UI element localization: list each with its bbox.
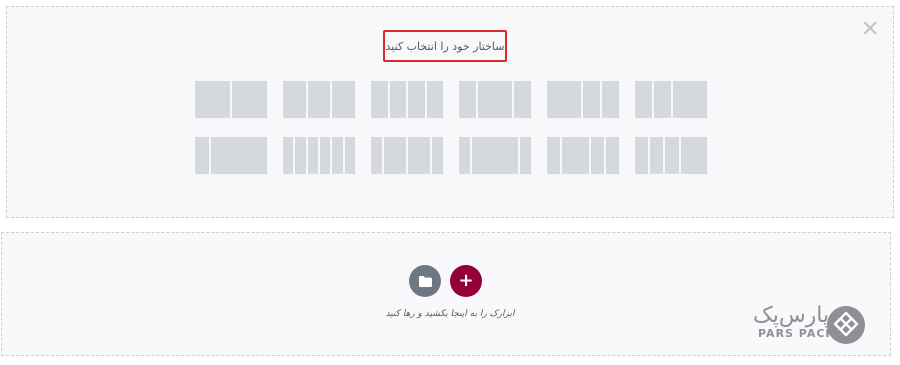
structure-preset-1-6[interactable] xyxy=(635,81,707,118)
add-section-button[interactable]: + xyxy=(450,265,482,297)
preset-column xyxy=(654,81,671,118)
structure-preset-1-2[interactable] xyxy=(283,81,356,118)
preset-column xyxy=(590,137,604,174)
structure-title-highlight: ساختار خود را انتخاب کنید xyxy=(383,30,507,62)
structure-preset-2-1[interactable] xyxy=(195,137,267,174)
preset-column xyxy=(211,137,267,174)
structure-preset-2-5[interactable] xyxy=(547,137,620,174)
preset-column xyxy=(344,137,355,174)
preset-column xyxy=(665,137,679,174)
preset-column xyxy=(562,137,589,174)
preset-column xyxy=(295,137,306,174)
preset-column xyxy=(514,81,531,118)
preset-column xyxy=(195,137,209,174)
structure-preset-1-5[interactable] xyxy=(547,81,619,118)
preset-column xyxy=(389,81,406,118)
add-template-button[interactable] xyxy=(409,265,441,297)
preset-column xyxy=(283,137,294,174)
preset-column xyxy=(371,81,388,118)
preset-column xyxy=(384,137,406,174)
preset-column xyxy=(478,81,512,118)
plus-icon: + xyxy=(458,270,474,291)
preset-column xyxy=(547,137,561,174)
preset-column xyxy=(602,81,619,118)
preset-column xyxy=(332,81,356,118)
close-icon[interactable]: ✕ xyxy=(861,19,879,41)
preset-column xyxy=(547,81,581,118)
preset-column xyxy=(408,137,430,174)
preset-column xyxy=(635,81,652,118)
preset-column xyxy=(426,81,443,118)
logo-name-en: PARS PACK xyxy=(758,327,835,340)
parspack-logo-icon xyxy=(827,306,865,344)
preset-column xyxy=(408,81,425,118)
structure-preset-1-1[interactable] xyxy=(195,81,267,118)
structure-preset-2-4[interactable] xyxy=(459,137,531,174)
drop-instruction: ابزارک را به اینجا بکشید و رها کنید xyxy=(385,309,515,319)
structure-preset-2-6[interactable] xyxy=(635,137,708,174)
preset-column xyxy=(195,81,230,118)
structure-preset-2-2[interactable] xyxy=(283,137,355,174)
folder-icon xyxy=(418,275,432,287)
preset-column xyxy=(319,137,331,174)
preset-column xyxy=(432,137,443,174)
preset-column xyxy=(283,81,306,118)
preset-column xyxy=(605,137,620,174)
preset-column xyxy=(650,137,664,174)
preset-column xyxy=(680,137,708,174)
preset-column xyxy=(519,137,531,174)
logo-name-fa: پارس‌پک xyxy=(753,303,830,328)
preset-column xyxy=(673,81,707,118)
preset-column xyxy=(459,81,476,118)
structure-preset-1-3[interactable] xyxy=(371,81,443,118)
preset-column xyxy=(332,137,343,174)
preset-column xyxy=(459,137,471,174)
preset-column xyxy=(232,81,267,118)
preset-column xyxy=(371,137,382,174)
preset-column xyxy=(635,137,649,174)
preset-column xyxy=(307,137,318,174)
preset-column xyxy=(472,137,518,174)
preset-column xyxy=(307,81,331,118)
structure-title: ساختار خود را انتخاب کنید xyxy=(385,39,505,53)
structure-preset-2-3[interactable] xyxy=(371,137,443,174)
preset-column xyxy=(583,81,600,118)
structure-preset-1-4[interactable] xyxy=(459,81,531,118)
